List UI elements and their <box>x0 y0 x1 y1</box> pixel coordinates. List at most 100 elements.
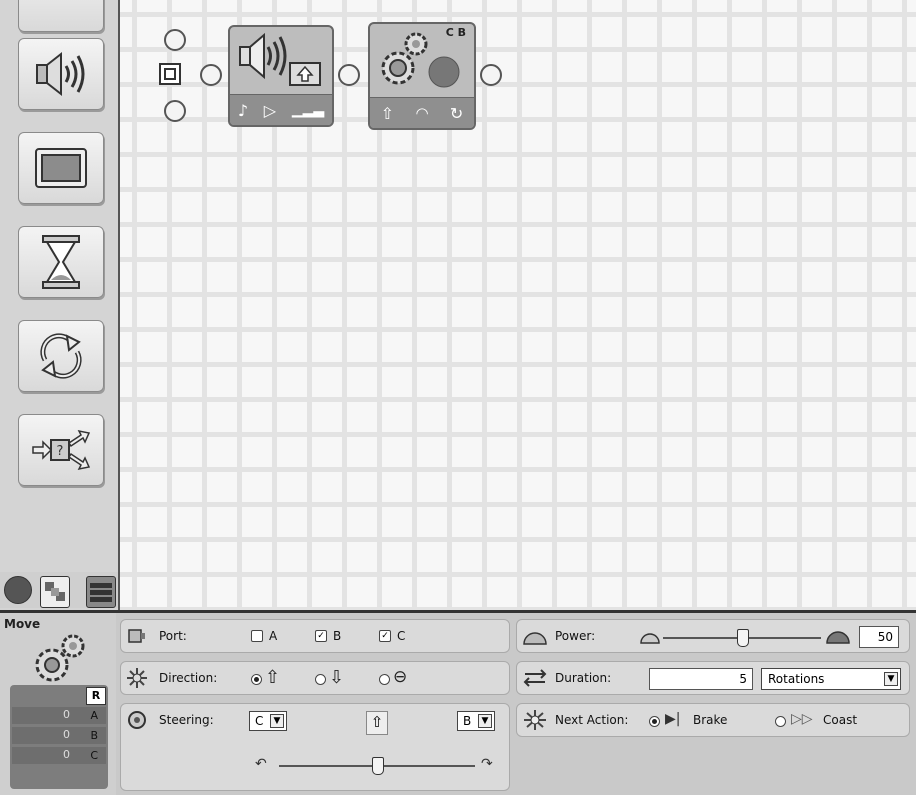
duration-unit-select[interactable]: Rotations ▼ <box>761 668 901 690</box>
tab-common-palette[interactable] <box>4 576 32 604</box>
steering-left-port-select[interactable]: C ▼ <box>249 711 287 731</box>
tab-complete-palette[interactable] <box>40 576 70 608</box>
sound-icon <box>239 32 321 86</box>
sequence-beam-top[interactable] <box>164 29 186 51</box>
port-b-label: B <box>333 629 342 643</box>
port-a-label: A <box>269 629 278 643</box>
chevron-down-icon: ▼ <box>884 672 898 686</box>
next-action-label: Next Action: <box>555 713 629 727</box>
forward-arrow-icon: ⇧ <box>380 103 395 123</box>
power-low-icon <box>640 633 660 644</box>
note-icon: ♪ <box>237 100 249 120</box>
palette-item-sound[interactable] <box>18 38 104 110</box>
brake-label: Brake <box>693 713 728 727</box>
sound-block-settings: ♪ ▷ ▁▂▃ <box>230 94 332 125</box>
port-row: Port: A ✓ B ✓ C <box>120 619 510 653</box>
port-label: Port: <box>159 629 187 643</box>
port-a-checkbox[interactable] <box>251 630 263 642</box>
steering-left-port-value: C <box>255 714 264 728</box>
next-action-icon <box>524 710 546 730</box>
stack-icon <box>90 583 112 602</box>
direction-forward-radio[interactable] <box>251 674 262 685</box>
chevron-down-icon: ▼ <box>478 714 492 728</box>
up-arrow-icon: ⇧ <box>265 667 281 688</box>
steering-slider-thumb[interactable] <box>372 757 384 775</box>
move-block[interactable]: C B ⇧ ◠ ↻ <box>368 22 476 130</box>
steering-right-port-select[interactable]: B ▼ <box>457 711 495 731</box>
svg-text:?: ? <box>57 444 64 459</box>
steering-right-port-value: B <box>463 714 472 728</box>
power-high-icon <box>826 631 850 644</box>
configuration-panel: Move R 0 A 0 B 0 C Port: A ✓ B ✓ C Direc… <box>0 610 916 795</box>
beam-connector <box>338 64 360 86</box>
palette-item-loop[interactable] <box>18 320 104 392</box>
duration-icon <box>523 669 547 687</box>
steering-label: Steering: <box>159 713 214 727</box>
play-icon: ▷ <box>263 100 277 120</box>
volume-icon: ▁▂▃ <box>291 102 325 118</box>
feedback-value: 0 <box>63 708 70 721</box>
direction-stop-radio[interactable] <box>379 674 390 685</box>
power-slider-thumb[interactable] <box>737 629 749 647</box>
direction-label: Direction: <box>159 671 218 685</box>
palette-item-partial[interactable] <box>18 0 104 32</box>
rotation-icon: ↻ <box>449 103 464 123</box>
sequence-beam-bottom[interactable] <box>164 100 186 122</box>
brake-icon: ▶| <box>665 711 681 727</box>
port-b-checkbox[interactable]: ✓ <box>315 630 327 642</box>
beam-end-connector <box>480 64 502 86</box>
port-icon <box>128 629 145 643</box>
block-title: Move <box>4 617 41 631</box>
port-c-label: C <box>397 629 406 643</box>
palette-item-display[interactable] <box>18 132 104 204</box>
loop-icon <box>40 333 82 379</box>
nxt-program-editor: ? ♪ ▷ ▁▂▃ C B ⇧ ◠ ↻ Move R 0 A 0 B 0 C P… <box>0 0 916 795</box>
coast-radio[interactable] <box>775 716 786 727</box>
feedback-value: 0 <box>63 728 70 741</box>
feedback-row-c: 0 C <box>12 747 106 764</box>
feedback-row-b: 0 B <box>12 727 106 744</box>
chevron-down-icon: ▼ <box>270 714 284 728</box>
next-action-row: Next Action: ▶| Brake ▷▷ Coast <box>516 703 910 737</box>
direction-icon <box>127 668 147 688</box>
feedback-row-a: 0 A <box>12 707 106 724</box>
coast-label: Coast <box>823 713 858 727</box>
stop-icon: ⊖ <box>393 667 408 687</box>
steering-row: Steering: C ▼ ⇧ B ▼ ↶ ↷ <box>120 703 510 791</box>
down-arrow-icon: ⇩ <box>329 667 345 688</box>
duration-label: Duration: <box>555 671 612 685</box>
brake-radio[interactable] <box>649 716 660 727</box>
gears-icon <box>381 32 460 88</box>
palette-tabs <box>0 572 118 608</box>
turn-right-icon: ↷ <box>481 756 493 772</box>
turn-left-icon: ↶ <box>255 756 267 772</box>
duration-input[interactable]: 5 <box>649 668 753 690</box>
move-gears-icon <box>35 634 85 682</box>
beam-connector <box>200 64 222 86</box>
power-meter-icon: ◠ <box>415 104 429 122</box>
block-palette: ? <box>0 0 120 610</box>
start-point-icon[interactable] <box>159 63 181 85</box>
program-canvas[interactable]: ♪ ▷ ▁▂▃ C B ⇧ ◠ ↻ <box>120 0 916 610</box>
tab-custom-palette[interactable] <box>86 576 116 608</box>
switch-icon: ? <box>32 429 91 471</box>
steering-forward-icon: ⇧ <box>366 711 388 735</box>
power-input[interactable]: 50 <box>859 626 899 648</box>
reset-button[interactable]: R <box>86 687 106 705</box>
direction-backward-radio[interactable] <box>315 674 326 685</box>
palette-item-switch[interactable]: ? <box>18 414 104 486</box>
feedback-value: 0 <box>63 748 70 761</box>
feedback-port: C <box>90 749 98 762</box>
duration-row: Duration: 5 Rotations ▼ <box>516 661 910 695</box>
power-icon <box>523 632 547 645</box>
direction-row: Direction: ⇧ ⇩ ⊖ <box>120 661 510 695</box>
sound-block[interactable]: ♪ ▷ ▁▂▃ <box>228 25 334 127</box>
move-block-settings: ⇧ ◠ ↻ <box>370 97 474 128</box>
port-c-checkbox[interactable]: ✓ <box>379 630 391 642</box>
coast-icon: ▷▷ <box>791 711 813 727</box>
block-info: Move R 0 A 0 B 0 C <box>0 613 116 795</box>
palette-item-wait[interactable] <box>18 226 104 298</box>
power-label: Power: <box>555 629 596 643</box>
feedback-port: A <box>90 709 98 722</box>
blocks-icon <box>45 582 65 601</box>
